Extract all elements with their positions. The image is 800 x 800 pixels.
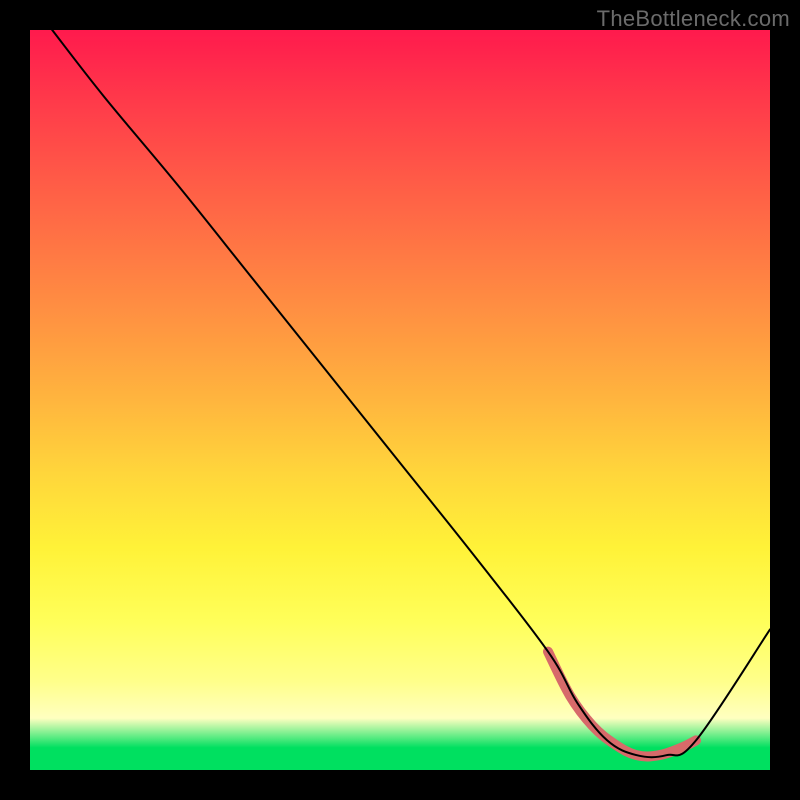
curve-layer [30, 30, 770, 770]
main-curve-path [52, 30, 770, 757]
watermark-text: TheBottleneck.com [597, 6, 790, 32]
highlight-band-path [548, 652, 696, 757]
plot-area [30, 30, 770, 770]
chart-frame: TheBottleneck.com [0, 0, 800, 800]
